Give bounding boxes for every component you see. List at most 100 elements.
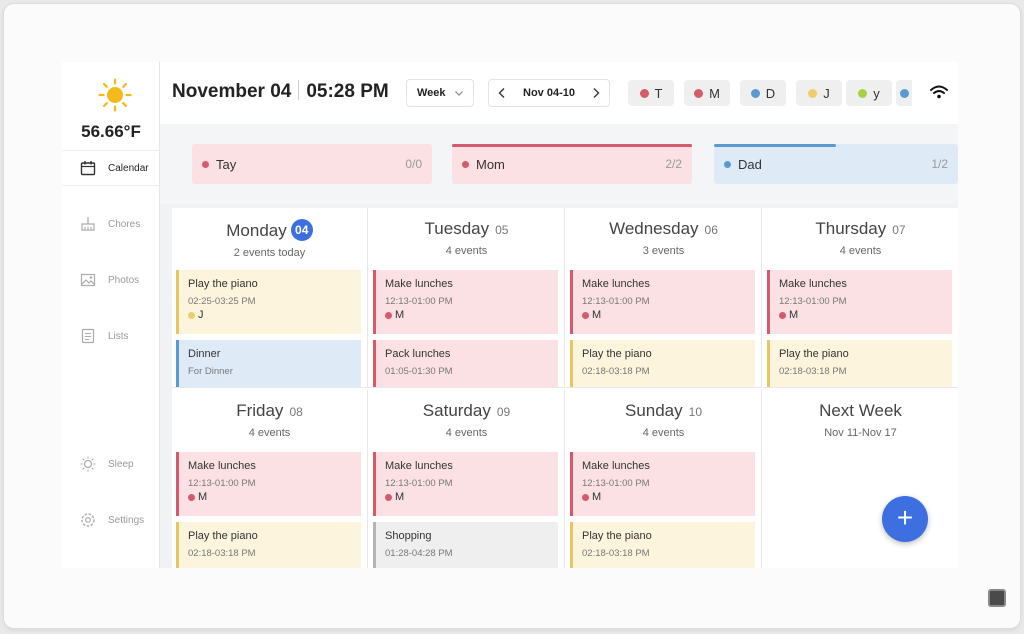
day-summary: 3 events <box>642 245 685 257</box>
event-title: Make lunches <box>582 460 650 472</box>
chip-dot <box>808 88 818 98</box>
chip-label: M <box>709 85 720 101</box>
assignee-dot <box>188 311 195 319</box>
assignee-label: M <box>198 491 208 503</box>
event-time: 02:18-03:18 PM <box>188 548 256 559</box>
event-assignee: M <box>582 491 746 503</box>
sidebar-item-photos[interactable]: Photos <box>62 262 160 298</box>
sidebar-item-sleep[interactable]: Sleep <box>62 446 160 482</box>
event-card[interactable]: Make lunches 12:13-01:00 PM M <box>767 270 952 334</box>
day-number: 10 <box>688 405 703 419</box>
current-time: 05:28 PM <box>306 81 389 102</box>
photo-icon <box>78 270 98 290</box>
chevron-left-icon[interactable] <box>497 87 507 99</box>
day-number: 09 <box>496 405 511 419</box>
event-title: Pack lunches <box>385 348 451 360</box>
day-cell[interactable]: Saturday 09 4 events Make lunches 12:13-0… <box>369 390 565 568</box>
date-time: November 04 05:28 PM <box>172 80 389 103</box>
chip-label: D <box>765 85 776 101</box>
member-card[interactable]: Dad 1/2 <box>714 144 958 184</box>
event-card[interactable]: Play the piano 02:18-03:18 PM <box>176 522 361 568</box>
member-card[interactable]: Mom 2/2 <box>452 144 692 184</box>
day-cell[interactable]: Sunday 10 4 events Make lunches 12:13-01:… <box>566 390 762 568</box>
assignee-dot <box>582 311 589 319</box>
event-card[interactable]: Play the piano 02:18-03:18 PM <box>570 522 755 568</box>
day-name: Tuesday <box>424 219 490 238</box>
temperature: 56.66°F <box>81 122 141 141</box>
assignee-label: M <box>395 309 405 321</box>
calendar-icon <box>78 158 98 178</box>
assignee-dot <box>582 493 589 501</box>
event-card[interactable]: Make lunches 12:13-01:00 PM M <box>373 270 558 334</box>
event-card[interactable]: Dinner For Dinner <box>176 340 361 387</box>
day-cell[interactable]: Wednesday 06 3 events Make lunches 12:13-… <box>566 208 762 388</box>
day-number: 06 <box>704 223 718 237</box>
day-summary: 4 events <box>642 427 685 439</box>
filter-chip-overflow[interactable] <box>896 80 912 106</box>
event-card[interactable]: Pack lunches 01:05-01:30 PM <box>373 340 558 387</box>
event-assignee: M <box>385 491 549 503</box>
sidebar-item-chores[interactable]: Chores <box>62 206 160 242</box>
sidebar-item-label: Lists <box>108 330 129 342</box>
chip-label: T <box>654 85 663 101</box>
event-card[interactable]: Play the piano 02:25-03:25 PM J <box>176 270 361 334</box>
event-card[interactable]: Play the piano 02:18-03:18 PM <box>767 340 952 387</box>
event-card[interactable]: Play the piano 02:18-03:18 PM <box>570 340 755 387</box>
chip-dot <box>750 88 760 98</box>
event-title: Play the piano <box>582 530 652 542</box>
day-header: Tuesday 05 4 events <box>369 208 564 270</box>
member-count: 1/2 <box>931 157 948 171</box>
view-select[interactable]: Week <box>406 79 474 107</box>
day-cell[interactable]: Friday 08 4 events Make lunches 12:13-01:… <box>172 390 368 568</box>
day-cell[interactable]: Next Week Nov 11-Nov 17 <box>763 390 958 568</box>
sidebar-item-calendar[interactable]: Calendar <box>62 150 160 186</box>
day-cell[interactable]: Monday 04 2 events today Play the piano 0… <box>172 208 368 388</box>
event-card[interactable]: Make lunches 12:13-01:00 PM M <box>373 452 558 516</box>
chevron-right-icon[interactable] <box>591 87 601 99</box>
day-name: Wednesday <box>609 219 699 238</box>
member-count: 2/2 <box>665 157 682 171</box>
member-name: Tay <box>216 156 237 172</box>
filter-chip[interactable]: y <box>846 80 892 106</box>
day-summary: 2 events today <box>233 247 306 259</box>
sidebar-item-settings[interactable]: Settings <box>62 502 160 538</box>
member-card[interactable]: Tay 0/0 <box>192 144 432 184</box>
filter-chip[interactable]: T <box>628 80 674 106</box>
day-name: Monday <box>226 221 287 240</box>
assignee-dot <box>385 493 392 501</box>
event-time: 12:13-01:00 PM <box>385 478 453 489</box>
assignee-label: M <box>592 491 602 503</box>
member-dot <box>462 160 469 168</box>
broom-icon <box>78 214 98 234</box>
day-summary: 4 events <box>445 245 488 257</box>
event-card[interactable]: Make lunches 12:13-01:00 PM M <box>570 452 755 516</box>
progress-bar <box>714 144 836 147</box>
sidebar-item-label: Photos <box>108 274 140 286</box>
event-card[interactable]: Make lunches 12:13-01:00 PM M <box>176 452 361 516</box>
event-assignee: M <box>188 491 352 503</box>
sidebar-item-label: Sleep <box>108 458 134 470</box>
add-event-button[interactable]: + <box>882 496 928 542</box>
event-card[interactable]: Shopping 01:28-04:28 PM <box>373 522 558 568</box>
event-title: Make lunches <box>385 460 453 472</box>
day-cell[interactable]: Tuesday 05 4 events Make lunches 12:13-01… <box>369 208 565 388</box>
sleep-icon <box>78 454 98 474</box>
filter-chip[interactable]: J <box>796 80 842 106</box>
event-time: 02:18-03:18 PM <box>582 366 650 377</box>
event-time: 12:13-01:00 PM <box>188 478 256 489</box>
day-cell[interactable]: Thursday 07 4 events Make lunches 12:13-0… <box>763 208 958 388</box>
assignee-dot <box>188 493 195 501</box>
date-range-navigator: Nov 04-10 <box>488 79 610 107</box>
sidebar-item-lists[interactable]: Lists <box>62 318 160 354</box>
filter-chip[interactable]: M <box>684 80 730 106</box>
day-summary: Nov 11-Nov 17 <box>824 427 897 439</box>
event-card[interactable]: Make lunches 12:13-01:00 PM M <box>570 270 755 334</box>
event-time: For Dinner <box>188 366 233 377</box>
sidebar-item-label: Settings <box>108 514 145 526</box>
day-header: Sunday 10 4 events <box>566 390 761 452</box>
event-title: Make lunches <box>385 278 453 290</box>
filter-chip[interactable]: D <box>740 80 786 106</box>
top-bar: November 04 05:28 PM Week Nov 04-10 T M D Jy <box>160 62 958 124</box>
day-header: Friday 08 4 events <box>172 390 367 452</box>
chip-dot <box>639 88 649 98</box>
